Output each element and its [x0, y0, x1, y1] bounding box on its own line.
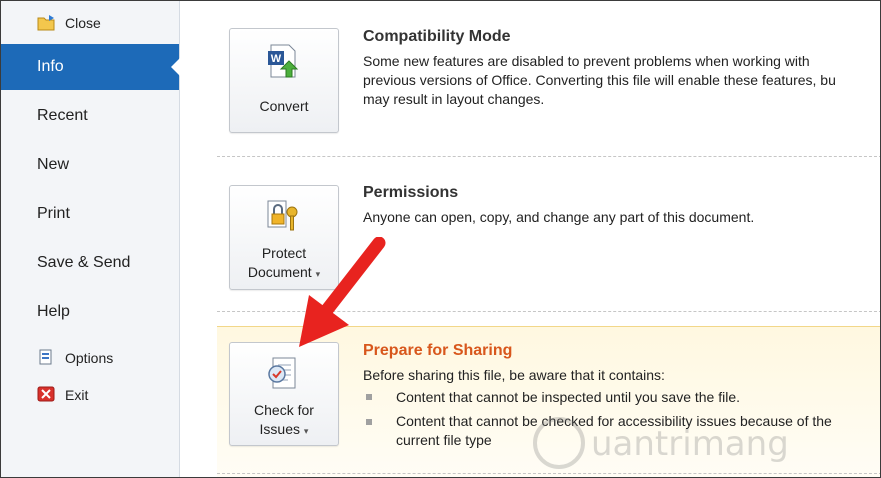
permissions-desc: Anyone can open, copy, and change any pa… [363, 209, 755, 225]
backstage-sidebar: Close Info Recent New Print Save & Send … [1, 1, 180, 477]
dropdown-caret-icon: ▾ [303, 426, 309, 436]
exit-icon [37, 386, 55, 402]
compat-desc-line2: previous versions of Office. Converting … [363, 72, 836, 88]
options-label: Options [65, 350, 114, 366]
svg-text:W: W [271, 53, 282, 65]
sidebar-item-label: Info [37, 58, 64, 75]
check-issues-label-line2: Issues ▾ [259, 421, 309, 437]
bullet-icon [366, 419, 372, 425]
sidebar-item-print[interactable]: Print [1, 205, 179, 227]
sidebar-item-label: Print [37, 205, 70, 222]
section-divider [217, 473, 880, 474]
lock-key-icon [267, 200, 298, 231]
sidebar-item-options[interactable]: Options [1, 348, 179, 368]
sidebar-item-help[interactable]: Help [1, 303, 179, 325]
check-issues-label-line1: Check for [254, 402, 314, 418]
compat-desc-line3: may result in layout changes. [363, 91, 545, 107]
watermark-logo-icon: uantrimang [533, 417, 789, 469]
inspect-document-icon [268, 357, 296, 389]
exit-label: Exit [65, 387, 89, 403]
permissions-title: Permissions [363, 184, 459, 201]
sidebar-item-info[interactable]: Info [1, 44, 180, 90]
sidebar-item-new[interactable]: New [1, 156, 179, 178]
sidebar-item-save-send[interactable]: Save & Send [1, 254, 179, 276]
sidebar-item-label: Recent [37, 107, 88, 124]
options-icon [39, 349, 52, 365]
close-label: Close [65, 15, 101, 31]
prepare-bullet-2-line2: current file type [396, 432, 492, 448]
convert-button[interactable]: W Convert [229, 28, 339, 133]
sidebar-item-label: Save & Send [37, 254, 131, 271]
folder-icon [37, 15, 55, 31]
check-for-issues-button[interactable]: Check for Issues ▾ [229, 342, 339, 446]
convert-label: Convert [259, 98, 309, 114]
sidebar-item-exit[interactable]: Exit [1, 385, 179, 405]
sidebar-item-recent[interactable]: Recent [1, 107, 179, 129]
convert-document-icon: W [268, 44, 299, 78]
svg-text:uantrimang: uantrimang [591, 424, 789, 464]
section-divider [217, 156, 880, 157]
close-menu-item[interactable]: Close [1, 13, 179, 33]
backstage-window: Close Info Recent New Print Save & Send … [0, 0, 881, 478]
compat-desc-line1: Some new features are disabled to preven… [363, 53, 810, 69]
sidebar-item-label: Help [37, 303, 70, 320]
sidebar-item-label: New [37, 156, 70, 173]
bullet-icon [366, 394, 372, 400]
prepare-bullet-1: Content that cannot be inspected until y… [396, 389, 741, 405]
compat-title: Compatibility Mode [363, 28, 511, 45]
prepare-desc: Before sharing this file, be aware that … [363, 367, 665, 383]
active-indicator [171, 58, 180, 76]
annotation-arrow-icon [299, 237, 386, 347]
